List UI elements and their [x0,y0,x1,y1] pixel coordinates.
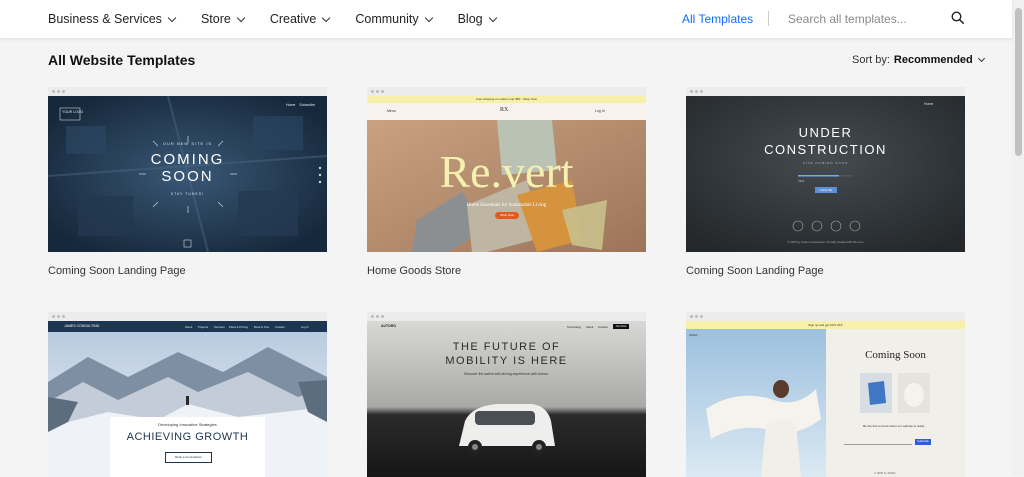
all-templates-link[interactable]: All Templates [682,12,753,26]
browser-bar [48,87,327,96]
top-navigation: Business & Services Store Creative Commu… [0,0,1012,39]
template-preview: Free shipping on orders over $50 · Shop … [367,96,646,252]
template-thumbnail[interactable]: Sign up and get 10% OFF SORA Coming Soon… [686,312,965,477]
dark-background-image [686,96,965,252]
chevron-down-icon [322,13,331,22]
template-name[interactable]: Coming Soon Landing Page [48,265,186,277]
category-menu: Business & Services Store Creative Commu… [48,0,522,38]
template-thumbnail[interactable]: JAMES CONSULTING About Projects Services… [48,312,327,477]
template-thumbnail[interactable]: Home UNDER CONSTRUCTION SITE COMING SOON… [686,87,965,252]
nav-item-community[interactable]: Community [355,12,433,26]
woman-with-cloth-image [686,329,826,477]
template-preview: Sign up and get 10% OFF SORA Coming Soon… [686,321,965,477]
search-icon[interactable] [951,11,964,24]
scrollbar-thumb[interactable] [1015,8,1022,156]
nav-item-blog[interactable]: Blog [458,12,497,26]
template-name[interactable]: Home Goods Store [367,265,461,277]
nav-item-store[interactable]: Store [201,12,246,26]
chevron-down-icon [488,13,497,22]
chevron-down-icon [977,54,985,63]
template-preview: JAMES CONSULTING About Projects Services… [48,321,327,477]
nav-divider [768,11,769,26]
template-thumbnail[interactable]: AUTORO Technology About Contact Join Now… [367,312,646,477]
template-name[interactable]: Coming Soon Landing Page [686,265,824,277]
search-input[interactable] [780,7,956,31]
product-photos [860,373,930,413]
page-title: All Website Templates [48,52,196,68]
template-thumbnail[interactable]: YOUR LOGO Home Subscribe OUR NEW SITE IS … [48,87,327,252]
browser-bar [686,87,965,96]
sort-dropdown[interactable]: Sort by: Recommended [852,54,985,66]
template-preview: AUTORO Technology About Contact Join Now… [367,321,646,477]
template-preview: Home UNDER CONSTRUCTION SITE COMING SOON… [686,96,965,252]
browser-bar [686,312,965,321]
nav-item-creative[interactable]: Creative [270,12,331,26]
browser-bar [367,87,646,96]
chevron-down-icon [167,13,177,22]
nav-item-business-services[interactable]: Business & Services [48,12,177,26]
template-preview: YOUR LOGO Home Subscribe OUR NEW SITE IS … [48,96,327,252]
template-thumbnail[interactable]: Free shipping on orders over $50 · Shop … [367,87,646,252]
chevron-down-icon [236,13,246,22]
chevron-down-icon [424,13,433,22]
browser-bar [367,312,646,321]
browser-bar [48,312,327,321]
